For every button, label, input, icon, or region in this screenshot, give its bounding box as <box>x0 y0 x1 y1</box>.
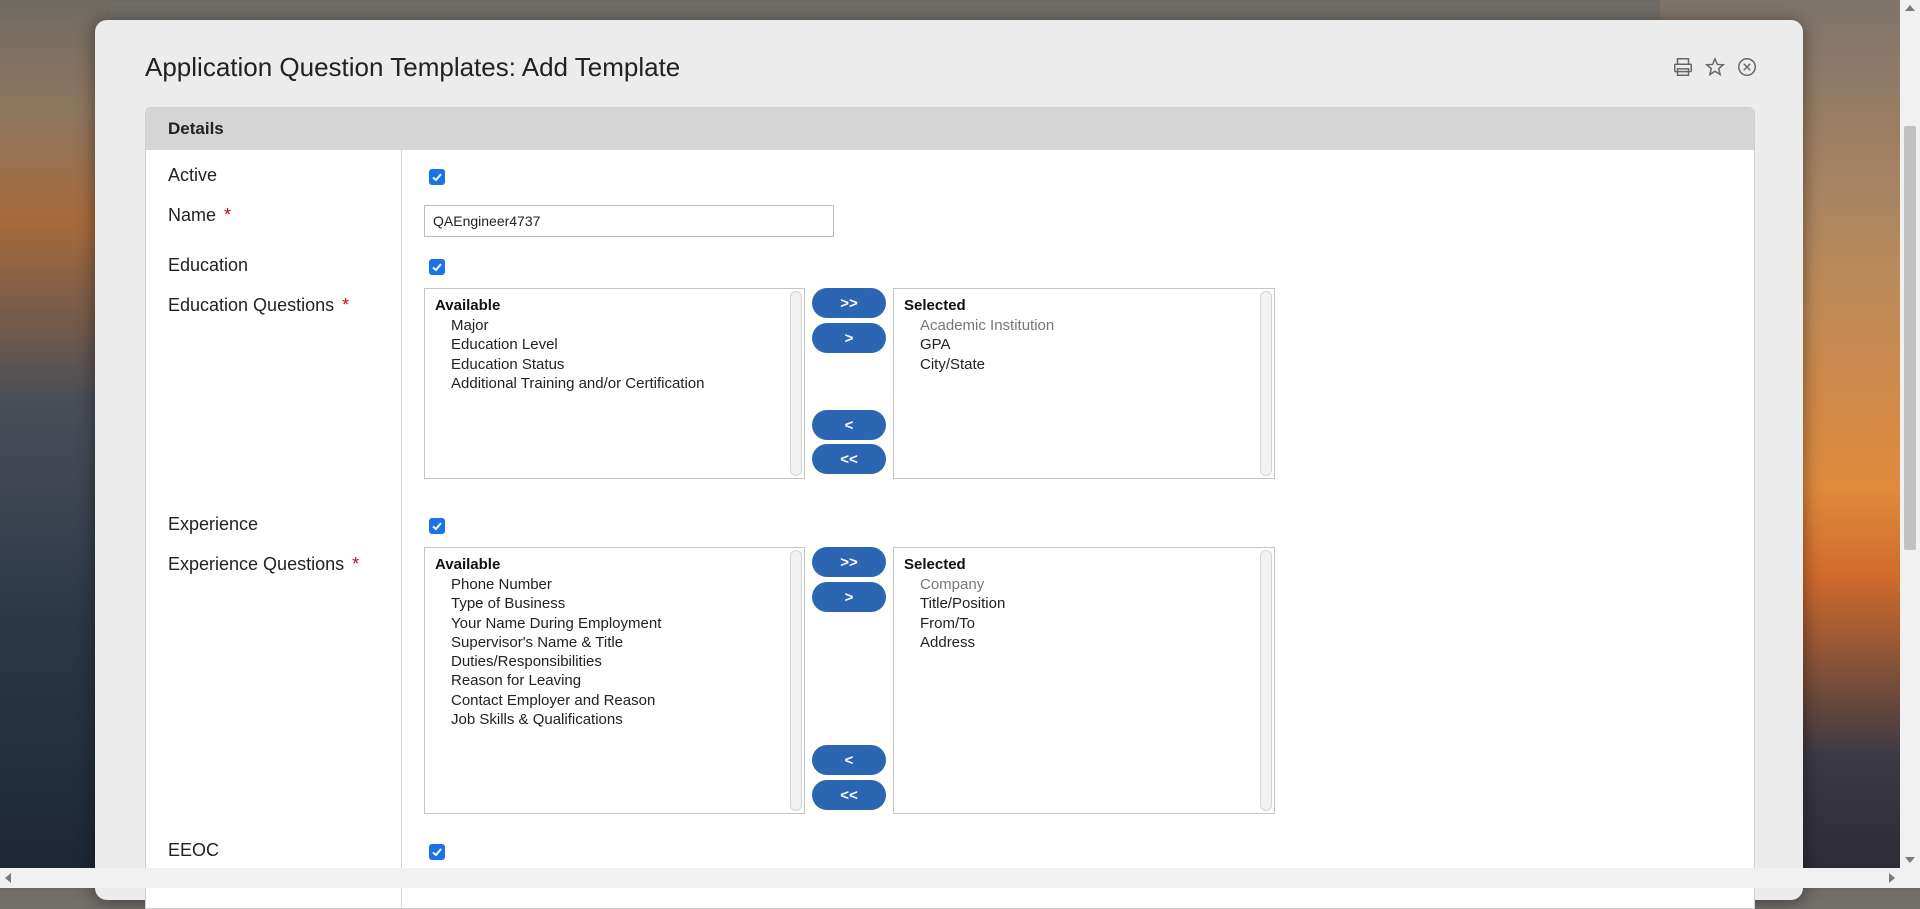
list-item[interactable]: Major <box>451 316 704 335</box>
available-heading: Available <box>435 297 501 314</box>
scroll-right-icon[interactable] <box>1889 873 1895 883</box>
page-title: Application Question Templates: Add Temp… <box>145 52 681 82</box>
name-input[interactable] <box>424 205 834 237</box>
list-item[interactable]: Reason for Leaving <box>451 671 661 690</box>
list-item[interactable]: Job Skills & Qualifications <box>451 710 661 729</box>
education-checkbox[interactable] <box>429 259 445 275</box>
experience-available-list[interactable]: Available Phone Number Type of Business … <box>424 547 805 814</box>
education-selected-list[interactable]: Selected Academic Institution GPA City/S… <box>893 288 1275 479</box>
list-item[interactable]: Type of Business <box>451 594 661 613</box>
scrollbar-thumb[interactable] <box>1904 126 1916 550</box>
name-label: Name * <box>168 205 232 225</box>
experience-selected-list[interactable]: Selected Company Title/Position From/To … <box>893 547 1275 814</box>
selected-heading: Selected <box>904 297 966 314</box>
details-panel: Details Active Name * Education Education… <box>145 107 1755 909</box>
list-item[interactable]: Contact Employer and Reason <box>451 691 661 710</box>
experience-checkbox[interactable] <box>429 518 445 534</box>
list-item[interactable]: City/State <box>920 355 1054 374</box>
background-left <box>0 0 110 888</box>
list-item[interactable]: Company <box>920 575 1005 594</box>
list-item[interactable]: Duties/Responsibilities <box>451 652 661 671</box>
add-all-button[interactable]: >> <box>812 547 886 577</box>
required-marker: * <box>352 554 360 574</box>
list-item[interactable]: Education Status <box>451 355 704 374</box>
list-item[interactable]: Your Name During Employment <box>451 614 661 633</box>
page-horizontal-scrollbar[interactable] <box>0 868 1920 888</box>
list-item[interactable]: Supervisor's Name & Title <box>451 633 661 652</box>
list-item[interactable]: Additional Training and/or Certification <box>451 374 704 393</box>
scroll-left-icon[interactable] <box>5 873 11 883</box>
required-marker: * <box>224 205 232 225</box>
checkmark-icon <box>432 522 442 531</box>
checkmark-icon <box>432 173 442 182</box>
experience-label: Experience <box>168 514 259 534</box>
experience-questions-label: Experience Questions * <box>168 554 360 574</box>
label-column: Active Name * Education Education Questio… <box>146 150 402 908</box>
page-vertical-scrollbar[interactable] <box>1900 0 1920 868</box>
education-questions-label: Education Questions * <box>168 295 350 315</box>
list-item[interactable]: Phone Number <box>451 575 661 594</box>
remove-all-button[interactable]: << <box>812 444 886 474</box>
list-item[interactable]: From/To <box>920 614 1005 633</box>
list-scrollbar[interactable] <box>790 291 802 476</box>
remove-all-button[interactable]: << <box>812 780 886 810</box>
modal-dialog: Application Question Templates: Add Temp… <box>95 20 1803 909</box>
list-scrollbar[interactable] <box>1260 291 1272 476</box>
active-label: Active <box>168 165 218 185</box>
scroll-down-icon[interactable] <box>1905 857 1915 863</box>
title-toolbar <box>1672 56 1758 78</box>
details-header: Details <box>146 108 1754 150</box>
list-item[interactable]: Address <box>920 633 1005 652</box>
required-marker: * <box>342 295 350 315</box>
checkmark-icon <box>432 848 442 857</box>
list-scrollbar[interactable] <box>790 550 802 811</box>
star-icon[interactable] <box>1704 56 1726 78</box>
list-scrollbar[interactable] <box>1260 550 1272 811</box>
remove-one-button[interactable]: < <box>812 745 886 775</box>
checkmark-icon <box>432 263 442 272</box>
scroll-up-icon[interactable] <box>1905 5 1915 11</box>
remove-one-button[interactable]: < <box>812 410 886 440</box>
eeoc-checkbox[interactable] <box>429 844 445 860</box>
eeoc-label: EEOC <box>168 840 220 860</box>
close-icon[interactable] <box>1736 56 1758 78</box>
add-one-button[interactable]: > <box>812 323 886 353</box>
active-checkbox[interactable] <box>429 169 445 185</box>
add-one-button[interactable]: > <box>812 582 886 612</box>
list-item[interactable]: Education Level <box>451 335 704 354</box>
add-all-button[interactable]: >> <box>812 288 886 318</box>
list-item[interactable]: Academic Institution <box>920 316 1054 335</box>
education-label: Education <box>168 255 249 275</box>
selected-heading: Selected <box>904 556 966 573</box>
list-item[interactable]: GPA <box>920 335 1054 354</box>
print-icon[interactable] <box>1672 56 1694 78</box>
list-item[interactable]: Title/Position <box>920 594 1005 613</box>
available-heading: Available <box>435 556 501 573</box>
education-available-list[interactable]: Available Major Education Level Educatio… <box>424 288 805 479</box>
